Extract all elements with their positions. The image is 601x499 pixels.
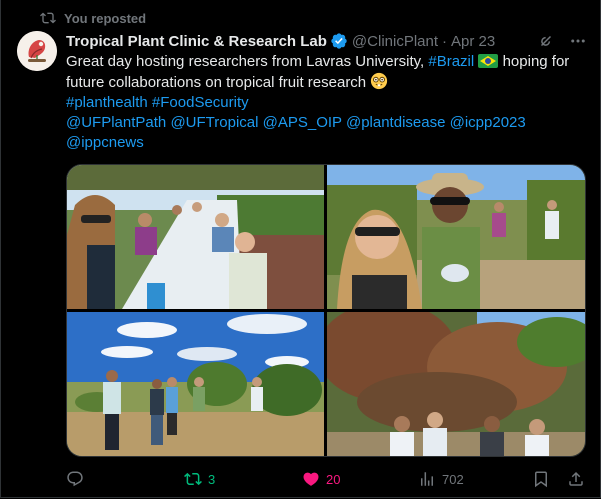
tweet-text-segment: Great day hosting researchers from Lavra… <box>66 53 425 70</box>
reply-button[interactable] <box>66 470 90 488</box>
field-walk-photo-icon <box>67 312 324 456</box>
mention-plantdisease[interactable]: @plantdisease <box>346 114 445 131</box>
hashtag-foodsecurity[interactable]: #FoodSecurity <box>152 94 249 111</box>
author-avatar[interactable] <box>17 31 57 71</box>
photo-group-under-trees[interactable] <box>327 312 585 456</box>
share-icon <box>569 471 583 486</box>
tweet-text-segment: hoping for <box>502 53 570 70</box>
tweet-line-2: future collaborations on tropical fruit … <box>66 72 591 93</box>
bookmark-button[interactable] <box>532 470 550 488</box>
tweet-line-3: #planthealth #FoodSecurity <box>66 93 591 113</box>
heart-filled-icon <box>303 472 319 486</box>
tweet-line-5: @ippcnews <box>66 133 591 153</box>
photo-selfie-orchard[interactable] <box>327 165 585 309</box>
tweet-header: Tropical Plant Clinic & Research Lab @Cl… <box>66 31 587 51</box>
views-button[interactable]: 702 <box>418 470 464 488</box>
mention-ufplantpath[interactable]: @UFPlantPath <box>66 114 166 131</box>
nerd-face-emoji-icon <box>371 72 388 90</box>
more-options-icon[interactable] <box>569 32 587 50</box>
group-lunch-photo-icon <box>67 165 324 309</box>
bookmark-icon <box>535 471 547 488</box>
repost-label: You reposted <box>64 10 147 26</box>
selfie-orchard-photo-icon <box>327 165 585 309</box>
tweet-text-segment: future collaborations on tropical fruit … <box>66 74 367 91</box>
tweet-line-4: @UFPlantPath @UFTropical @APS_OIP @plant… <box>66 113 591 133</box>
photo-field-walk[interactable] <box>67 312 324 456</box>
mention-ippcnews[interactable]: @ippcnews <box>66 134 144 151</box>
tweet-body: Great day hosting researchers from Lavra… <box>66 52 591 153</box>
header-separator: · <box>442 32 448 50</box>
brazil-flag-icon <box>478 54 499 68</box>
tweet-date[interactable]: Apr 23 <box>451 33 495 50</box>
mention-uftropical[interactable]: @UFTropical <box>170 114 258 131</box>
analytics-icon <box>421 472 433 486</box>
repost-action-icon <box>184 472 202 486</box>
share-button[interactable] <box>567 470 585 488</box>
media-grid <box>66 164 586 457</box>
plant-clinic-logo-icon <box>17 31 57 71</box>
like-count: 20 <box>326 471 341 487</box>
grok-icon[interactable] <box>537 32 555 50</box>
reply-icon <box>67 471 83 487</box>
photo-group-lunch[interactable] <box>67 165 324 309</box>
repost-button[interactable]: 3 <box>184 470 215 488</box>
verified-badge-icon <box>331 33 347 49</box>
views-count: 702 <box>442 471 464 487</box>
tweet-line-1: Great day hosting researchers from Lavra… <box>66 52 591 72</box>
hashtag-planthealth[interactable]: #planthealth <box>66 94 148 111</box>
mention-aps-oip[interactable]: @APS_OIP <box>263 114 342 131</box>
action-bar: 3 20 702 <box>66 468 586 490</box>
repost-icon <box>40 12 56 24</box>
mention-icpp2023[interactable]: @icpp2023 <box>450 114 526 131</box>
hashtag-brazil[interactable]: #Brazil <box>428 53 474 70</box>
like-button[interactable]: 20 <box>302 470 340 488</box>
group-under-trees-photo-icon <box>327 312 585 456</box>
repost-count: 3 <box>208 471 216 487</box>
author-handle[interactable]: @ClinicPlant <box>352 33 438 50</box>
repost-banner: You reposted <box>40 9 146 27</box>
author-name[interactable]: Tropical Plant Clinic & Research Lab <box>66 33 327 50</box>
